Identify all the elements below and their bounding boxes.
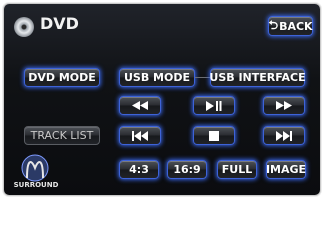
back-button[interactable]: ⮌ BACK: [268, 16, 313, 36]
play-pause-icon: [206, 100, 222, 111]
stop-icon: [209, 130, 219, 141]
aspect-4-3-label: 4:3: [129, 163, 149, 176]
dvd-mode-button[interactable]: DVD MODE: [24, 68, 100, 87]
usb-mode-label: USB MODE: [123, 71, 190, 84]
usb-mode-button[interactable]: USB MODE: [119, 68, 195, 87]
dvd-mode-label: DVD MODE: [28, 71, 96, 84]
aspect-16-9-label: 16:9: [173, 163, 201, 176]
rewind-button[interactable]: [119, 96, 161, 115]
image-button[interactable]: IMAGE: [266, 160, 306, 179]
skip-next-button[interactable]: [263, 126, 305, 145]
aspect-16-9-button[interactable]: 16:9: [167, 160, 207, 179]
skip-previous-icon: [132, 130, 148, 141]
aspect-4-3-button[interactable]: 4:3: [119, 160, 159, 179]
back-label: BACK: [279, 19, 313, 33]
skip-previous-button[interactable]: [119, 126, 161, 145]
fast-forward-button[interactable]: [263, 96, 305, 115]
page-title: DVD: [40, 14, 79, 33]
disc-icon: [14, 17, 34, 37]
back-arrow-icon: ⮌: [268, 17, 279, 32]
full-button[interactable]: FULL: [217, 160, 257, 179]
dvd-screen: DVD ⮌ BACK DVD MODE TRACK LIST USB MODE …: [4, 4, 320, 195]
track-list-label: TRACK LIST: [30, 129, 94, 142]
play-pause-button[interactable]: [193, 96, 235, 115]
rewind-icon: [132, 101, 148, 110]
skip-next-icon: [276, 130, 292, 141]
stop-button[interactable]: [193, 126, 235, 145]
surround-icon[interactable]: [19, 154, 51, 182]
usb-interface-label: USB INTERFACE: [209, 71, 306, 84]
image-label: IMAGE: [265, 163, 307, 176]
usb-interface-button[interactable]: USB INTERFACE: [209, 68, 306, 87]
surround-label: SURROUND: [13, 181, 59, 189]
fast-forward-icon: [276, 101, 292, 110]
full-label: FULL: [221, 163, 253, 176]
track-list-button[interactable]: TRACK LIST: [24, 126, 100, 145]
source-connector: [195, 77, 210, 78]
